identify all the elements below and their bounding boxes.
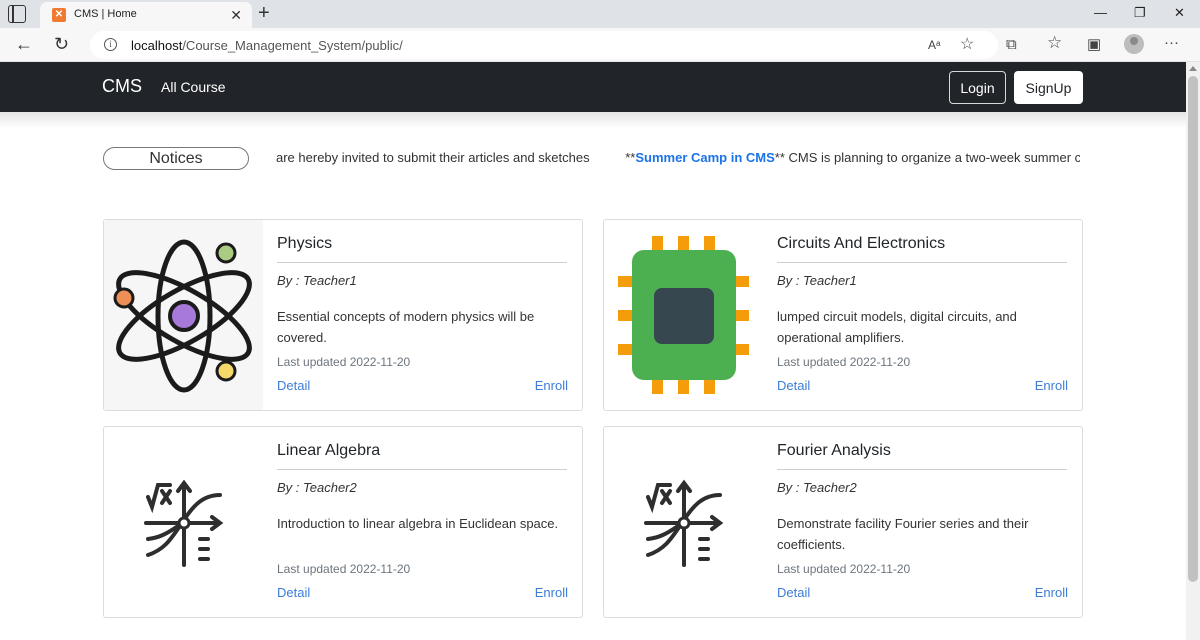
enroll-link[interactable]: Enroll: [535, 378, 568, 393]
tab-close-icon[interactable]: ✕: [230, 6, 242, 24]
back-icon[interactable]: ←: [15, 34, 33, 54]
brand-logo[interactable]: CMS: [102, 76, 142, 97]
title-divider: [777, 469, 1067, 470]
scroll-thumb[interactable]: [1188, 76, 1198, 582]
course-title: Circuits And Electronics: [777, 235, 946, 252]
course-author: By : Teacher2: [277, 480, 357, 495]
title-divider: [277, 469, 567, 470]
add-favorite-icon[interactable]: ☆: [960, 36, 974, 54]
enroll-link[interactable]: Enroll: [1035, 585, 1068, 600]
detail-link[interactable]: Detail: [777, 378, 810, 393]
reload-icon[interactable]: ↻: [54, 34, 69, 54]
course-updated: Last updated 2022-11-20: [277, 355, 411, 369]
tab-actions-icon[interactable]: [8, 5, 26, 23]
notice-item: are hereby invited to submit their artic…: [276, 150, 590, 165]
extensions-icon[interactable]: ⧉: [1006, 36, 1017, 54]
more-icon[interactable]: ···: [1164, 34, 1179, 52]
course-title: Linear Algebra: [277, 442, 381, 459]
math-function-icon: [104, 427, 263, 617]
course-author: By : Teacher1: [277, 273, 357, 288]
course-description: Introduction to linear algebra in Euclid…: [277, 516, 559, 531]
scroll-up-arrow-icon[interactable]: [1189, 66, 1197, 71]
course-updated: Last updated 2022-11-20: [777, 355, 911, 369]
site-navbar: CMS All Course Login SignUp: [0, 62, 1186, 112]
math-function-icon: [604, 427, 763, 617]
url-text[interactable]: localhost/Course_Management_System/publi…: [131, 38, 403, 53]
chip-icon: [604, 220, 763, 410]
notices-marquee: are hereby invited to submit their artic…: [276, 150, 1080, 170]
notices-label: Notices: [103, 147, 249, 170]
course-author: By : Teacher2: [777, 480, 857, 495]
collections-icon[interactable]: ▣: [1087, 36, 1101, 54]
course-title: Physics: [277, 235, 333, 252]
site-info-icon[interactable]: i: [104, 38, 117, 51]
navbar-shadow: [0, 112, 1186, 128]
notice-item: **Summer Camp in CMS** CMS is planning t…: [625, 150, 1080, 165]
atom-icon: [104, 220, 263, 410]
login-button[interactable]: Login: [949, 71, 1006, 104]
enroll-link[interactable]: Enroll: [535, 585, 568, 600]
course-updated: Last updated 2022-11-20: [277, 562, 411, 576]
restore-icon[interactable]: ❐: [1134, 5, 1146, 21]
title-divider: [777, 262, 1067, 263]
detail-link[interactable]: Detail: [777, 585, 810, 600]
course-card: Fourier Analysis By : Teacher2 Demonstra…: [603, 426, 1083, 618]
notice-link[interactable]: Summer Camp in CMS: [635, 150, 774, 165]
course-card: Physics By : Teacher1 Essential concepts…: [103, 219, 583, 411]
favorites-icon[interactable]: ☆: [1047, 34, 1062, 52]
address-bar[interactable]: i localhost/Course_Management_System/pub…: [90, 31, 998, 59]
tab-title: CMS | Home: [74, 8, 137, 20]
xampp-favicon-icon: ✕: [52, 8, 66, 22]
course-updated: Last updated 2022-11-20: [777, 562, 911, 576]
close-window-icon[interactable]: ✕: [1174, 5, 1185, 21]
detail-link[interactable]: Detail: [277, 585, 310, 600]
title-divider: [277, 262, 567, 263]
new-tab-icon[interactable]: +: [258, 2, 270, 24]
enroll-link[interactable]: Enroll: [1035, 378, 1068, 393]
course-description: Demonstrate facility Fourier series and …: [777, 516, 1029, 552]
nav-all-course[interactable]: All Course: [161, 79, 226, 95]
course-description: lumped circuit models, digital circuits,…: [777, 309, 1017, 345]
signup-button[interactable]: SignUp: [1014, 71, 1083, 104]
course-title: Fourier Analysis: [777, 442, 891, 459]
course-card: Linear Algebra By : Teacher2 Introductio…: [103, 426, 583, 618]
minimize-icon[interactable]: —: [1094, 5, 1107, 21]
course-description: Essential concepts of modern physics wil…: [277, 309, 535, 345]
page-scrollbar[interactable]: [1186, 62, 1200, 640]
profile-avatar[interactable]: [1124, 34, 1144, 54]
read-aloud-icon[interactable]: Aᵃ: [928, 36, 940, 54]
browser-tab-bar: ✕ CMS | Home ✕ + — ❐ ✕: [0, 0, 1200, 29]
course-author: By : Teacher1: [777, 273, 857, 288]
browser-toolbar: ← ↻ i localhost/Course_Management_System…: [0, 28, 1200, 62]
detail-link[interactable]: Detail: [277, 378, 310, 393]
browser-tab[interactable]: ✕ CMS | Home ✕: [40, 2, 252, 29]
course-card: Circuits And Electronics By : Teacher1 l…: [603, 219, 1083, 411]
